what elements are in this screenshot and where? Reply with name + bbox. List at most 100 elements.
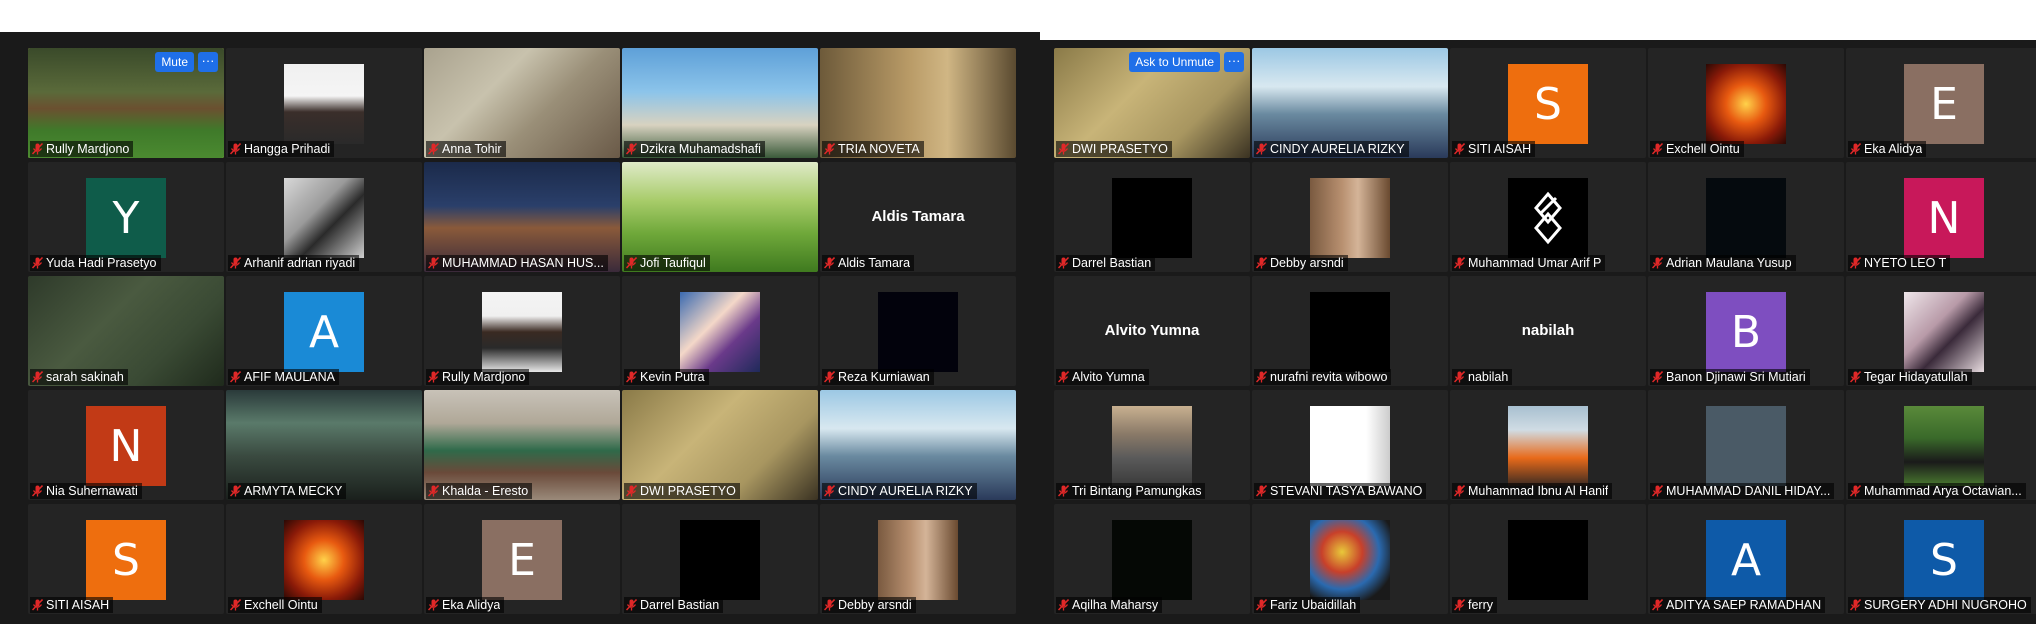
participant-name: CINDY AURELIA RIZKY	[838, 484, 973, 498]
participant-tile-cindy-aurelia-rizky[interactable]: CINDY AURELIA RIZKY	[1252, 48, 1448, 158]
participant-tile-dwi-prasetyo[interactable]: DWI PRASETYO	[622, 390, 818, 500]
mute-participant-button[interactable]: Mute	[155, 52, 194, 72]
participant-tile-afif-maulana[interactable]: A AFIF MAULANA	[226, 276, 422, 386]
participant-tile-siti-aisah[interactable]: S SITI AISAH	[1450, 48, 1646, 158]
mic-muted-icon	[626, 143, 637, 155]
participant-name: nurafni revita wibowo	[1270, 370, 1388, 384]
participant-name-bar: SITI AISAH	[1452, 141, 1536, 157]
participant-tile-muhammad-arya-octavian[interactable]: Muhammad Arya Octavian...	[1846, 390, 2036, 500]
participant-tile-siti-aisah[interactable]: S SITI AISAH	[28, 504, 224, 614]
avatar-initial: B	[1706, 292, 1786, 372]
participant-tile-nyeto-leo-t[interactable]: N NYETO LEO T	[1846, 162, 2036, 272]
participant-name: Alvito Yumna	[1072, 370, 1145, 384]
participant-tile-eka-alidya[interactable]: E Eka Alidya	[424, 504, 620, 614]
profile-picture	[1310, 520, 1390, 600]
participant-tile-debby-arsndi[interactable]: Debby arsndi	[820, 504, 1016, 614]
participant-tile-tria-noveta[interactable]: TRIA NOVETA	[820, 48, 1016, 158]
participant-display-name: Aldis Tamara	[871, 208, 965, 225]
participant-tile-khalda-eresto[interactable]: Khalda - Eresto	[424, 390, 620, 500]
participant-tile-tri-bintang-pamungkas[interactable]: Tri Bintang Pamungkas	[1054, 390, 1250, 500]
mic-muted-icon	[32, 371, 43, 383]
participant-name: STEVANI TASYA BAWANO	[1270, 484, 1423, 498]
participant-name: CINDY AURELIA RIZKY	[1270, 142, 1405, 156]
participant-tile-cindy-aurelia-rizky[interactable]: CINDY AURELIA RIZKY	[820, 390, 1016, 500]
participant-tile-yuda-hadi-prasetyo[interactable]: Y Yuda Hadi Prasetyo	[28, 162, 224, 272]
participant-name-bar: Banon Djinawi Sri Mutiari	[1650, 369, 1810, 385]
participant-tile-muhammad-hasan-hus[interactable]: MUHAMMAD HASAN HUS...	[424, 162, 620, 272]
participant-name-bar: CINDY AURELIA RIZKY	[1254, 141, 1409, 157]
participant-tile-tegar-hidayatullah[interactable]: Tegar Hidayatullah	[1846, 276, 2036, 386]
participant-tile-aditya-saep-ramadhan[interactable]: A ADITYA SAEP RAMADHAN	[1648, 504, 1844, 614]
mic-muted-icon	[1850, 257, 1861, 269]
participant-tile-debby-arsndi[interactable]: Debby arsndi	[1252, 162, 1448, 272]
participant-tile-muhammad-ibnu-al-hanif[interactable]: Muhammad Ibnu Al Hanif	[1450, 390, 1646, 500]
participant-tile-jofi-taufiqul[interactable]: Jofi Taufiqul	[622, 162, 818, 272]
participant-name-bar: ARMYTA MECKY	[228, 483, 347, 499]
participant-name-bar: Rully Mardjono	[30, 141, 134, 157]
mic-muted-icon	[1256, 143, 1267, 155]
participant-tile-aldis-tamara[interactable]: Aldis Tamara Aldis Tamara	[820, 162, 1016, 272]
participant-name: TRIA NOVETA	[838, 142, 920, 156]
mic-muted-icon	[824, 257, 835, 269]
participant-tile-nia-suhernawati[interactable]: N Nia Suhernawati	[28, 390, 224, 500]
participant-tile-darrel-bastian[interactable]: Darrel Bastian	[622, 504, 818, 614]
participant-tile-muhammad-umar-arif-p[interactable]: Muhammad Umar Arif P	[1450, 162, 1646, 272]
profile-picture	[1112, 406, 1192, 486]
ask-to-unmute-button[interactable]: Ask to Unmute	[1129, 52, 1220, 72]
participant-name-bar: Arhanif adrian riyadi	[228, 255, 360, 271]
participant-tile-arhanif-adrian-riyadi[interactable]: Arhanif adrian riyadi	[226, 162, 422, 272]
participant-tile-sarah-sakinah[interactable]: sarah sakinah	[28, 276, 224, 386]
avatar-initial: Y	[86, 178, 166, 258]
mic-muted-icon	[428, 599, 439, 611]
participant-name: Muhammad Ibnu Al Hanif	[1468, 484, 1609, 498]
participant-tile-kevin-putra[interactable]: Kevin Putra	[622, 276, 818, 386]
participant-tile-adrian-maulana-yusup[interactable]: Adrian Maulana Yusup	[1648, 162, 1844, 272]
avatar-initial: N	[86, 406, 166, 486]
participant-name: Jofi Taufiqul	[640, 256, 706, 270]
participant-tile-dwi-prasetyo[interactable]: DWI PRASETYO ··· Ask to Unmute	[1054, 48, 1250, 158]
participant-tile-darrel-bastian[interactable]: Darrel Bastian	[1054, 162, 1250, 272]
participant-name: Tri Bintang Pamungkas	[1072, 484, 1202, 498]
mic-muted-icon	[1058, 599, 1069, 611]
participant-tile-exchell-ointu[interactable]: Exchell Ointu	[226, 504, 422, 614]
participant-tile-armyta-mecky[interactable]: ARMYTA MECKY	[226, 390, 422, 500]
participant-name: Muhammad Umar Arif P	[1468, 256, 1602, 270]
participant-tile-dzikra-muhamadshafi[interactable]: Dzikra Muhamadshafi	[622, 48, 818, 158]
participant-tile-eka-alidya[interactable]: E Eka Alidya	[1846, 48, 2036, 158]
participant-name-bar: nurafni revita wibowo	[1254, 369, 1392, 385]
avatar-initial: S	[86, 520, 166, 600]
mic-muted-icon	[230, 599, 241, 611]
participant-tile-rully-mardjono[interactable]: Rully Mardjono	[424, 276, 620, 386]
participant-tile-stevani-tasya-bawano[interactable]: STEVANI TASYA BAWANO	[1252, 390, 1448, 500]
profile-picture	[680, 292, 760, 372]
participant-name: Nia Suhernawati	[46, 484, 138, 498]
participant-tile-aqilha-maharsy[interactable]: Aqilha Maharsy	[1054, 504, 1250, 614]
participant-tile-nabilah[interactable]: nabilah nabilah	[1450, 276, 1646, 386]
participant-tile-hangga-prihadi[interactable]: Hangga Prihadi	[226, 48, 422, 158]
mic-muted-icon	[230, 257, 241, 269]
more-options-button[interactable]: ···	[1224, 52, 1244, 72]
participant-tile-ferry[interactable]: ferry	[1450, 504, 1646, 614]
participant-name-bar: DWI PRASETYO	[1056, 141, 1172, 157]
participant-tile-exchell-ointu[interactable]: Exchell Ointu	[1648, 48, 1844, 158]
profile-picture	[284, 64, 364, 144]
participant-tile-fariz-ubaidillah[interactable]: Fariz Ubaidillah	[1252, 504, 1448, 614]
participant-name: Hangga Prihadi	[244, 142, 331, 156]
participant-name: Reza Kurniawan	[838, 370, 930, 384]
participant-name-bar: Debby arsndi	[822, 597, 916, 613]
participant-tile-alvito-yumna[interactable]: Alvito Yumna Alvito Yumna	[1054, 276, 1250, 386]
participant-tile-muhammad-danil-hiday[interactable]: MUHAMMAD DANIL HIDAY...	[1648, 390, 1844, 500]
participant-tile-rully-mardjono[interactable]: Rully Mardjono ··· Mute	[28, 48, 224, 158]
participant-tile-anna-tohir[interactable]: Anna Tohir	[424, 48, 620, 158]
mic-muted-icon	[1652, 599, 1663, 611]
participant-name-bar: MUHAMMAD HASAN HUS...	[426, 255, 608, 271]
profile-picture	[1112, 178, 1192, 258]
participant-tile-nurafni-revita-wibowo[interactable]: nurafni revita wibowo	[1252, 276, 1448, 386]
participant-name: SITI AISAH	[46, 598, 110, 612]
participant-name: Exchell Ointu	[1666, 142, 1740, 156]
more-options-button[interactable]: ···	[198, 52, 218, 72]
mic-muted-icon	[1454, 257, 1465, 269]
participant-tile-reza-kurniawan[interactable]: Reza Kurniawan	[820, 276, 1016, 386]
participant-tile-banon-djinawi-sri-mutiari[interactable]: B Banon Djinawi Sri Mutiari	[1648, 276, 1844, 386]
participant-tile-surgery-adhi-nugroho[interactable]: S SURGERY ADHI NUGROHO	[1846, 504, 2036, 614]
